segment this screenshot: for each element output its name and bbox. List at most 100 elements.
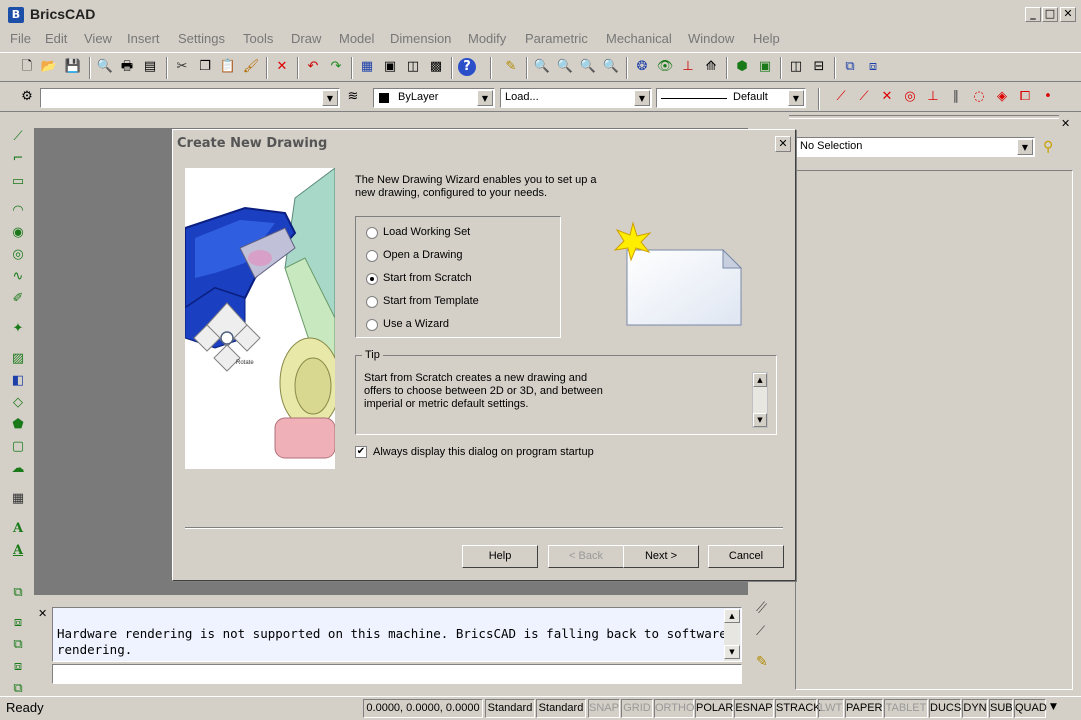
menu-dimension[interactable]: Dimension	[390, 31, 451, 46]
status-snap[interactable]: SNAP	[588, 699, 620, 718]
snap-quadrant-icon[interactable]: ◈	[993, 88, 1011, 106]
scroll-down-icon[interactable]: ▼	[724, 645, 740, 659]
boundary-icon[interactable]: ◇	[9, 394, 27, 412]
cancel-button[interactable]: Cancel	[708, 545, 784, 568]
radio-button[interactable]	[366, 319, 378, 331]
layer-state-icon[interactable]: ⚙	[18, 88, 36, 106]
mtext-icon[interactable]: A	[9, 520, 27, 538]
dimension-aligned-icon[interactable]: ⟋	[756, 624, 765, 639]
arc-icon[interactable]: ◠	[9, 202, 27, 220]
scroll-down-icon[interactable]: ▼	[753, 413, 767, 427]
attribute-icon[interactable]: ⧈	[9, 658, 27, 676]
menu-window[interactable]: Window	[688, 31, 734, 46]
hatch-icon[interactable]: ▨	[9, 350, 27, 368]
radio-button[interactable]	[366, 227, 378, 239]
group-icon[interactable]: ⧉	[841, 58, 859, 76]
orbit-icon[interactable]: ❂	[633, 58, 651, 76]
layer-stack-icon[interactable]: ≋	[344, 88, 362, 106]
cut-icon[interactable]: ✂	[173, 58, 191, 76]
menu-insert[interactable]: Insert	[127, 31, 160, 46]
snap-endpoint-icon[interactable]: ⟋	[832, 88, 850, 106]
menu-help[interactable]: Help	[753, 31, 780, 46]
status-quad[interactable]: QUAD	[1014, 699, 1047, 718]
snap-center-icon[interactable]: ◎	[901, 88, 919, 106]
explorer-icon[interactable]: ▣	[381, 58, 399, 76]
ungroup-icon[interactable]: ⧈	[864, 58, 882, 76]
block-icon[interactable]: ⧉	[9, 584, 27, 602]
help-button[interactable]: Help	[462, 545, 538, 568]
point-icon[interactable]: ✦	[9, 320, 27, 338]
leader-pen-icon[interactable]: ✎	[756, 654, 768, 670]
menu-parametric[interactable]: Parametric	[525, 31, 588, 46]
circle-icon[interactable]: ◉	[9, 224, 27, 242]
status-strack[interactable]: STRACK	[775, 699, 821, 718]
menu-model[interactable]: Model	[339, 31, 374, 46]
back-button[interactable]: < Back	[548, 545, 624, 568]
status-esnap[interactable]: ESNAP	[734, 699, 774, 718]
next-button[interactable]: Next >	[623, 545, 699, 568]
snap-midpoint-icon[interactable]: ⟋	[855, 88, 873, 106]
status-ducs[interactable]: DUCS	[929, 699, 961, 718]
snap-tangent-icon[interactable]: ◌	[970, 88, 988, 106]
status-sub[interactable]: SUB	[989, 699, 1013, 718]
xref-icon[interactable]: ⧉	[9, 636, 27, 654]
gradient-icon[interactable]: ◧	[9, 372, 27, 390]
linetype-combo[interactable]: Load... ▼	[500, 88, 652, 108]
dialog-close-button[interactable]: ✕	[775, 136, 791, 152]
new-file-icon[interactable]: 🗋	[18, 58, 36, 76]
close-window-button[interactable]: ✕	[1060, 7, 1076, 22]
delete-icon[interactable]: ✕	[273, 58, 291, 76]
snap-insertion-icon[interactable]: ⧠	[1016, 88, 1034, 106]
color-combo[interactable]: ByLayer ▼	[373, 88, 495, 108]
radio-button-selected[interactable]	[366, 273, 378, 285]
match-properties-icon[interactable]: 🖌	[242, 58, 260, 76]
design-center-icon[interactable]: ▩	[427, 58, 445, 76]
cmd-scrollbar[interactable]: ▲ ▼	[724, 609, 740, 661]
close-cmd-icon[interactable]: ✕	[38, 607, 47, 620]
menu-file[interactable]: File	[10, 31, 31, 46]
properties-icon[interactable]: ▦	[358, 58, 376, 76]
snap-intersection-icon[interactable]: ✕	[878, 88, 896, 106]
freehand-icon[interactable]: ✐	[9, 290, 27, 308]
menu-view[interactable]: View	[84, 31, 112, 46]
always-display-checkbox[interactable]: ✔	[355, 446, 367, 458]
status-menu-chevron-icon[interactable]: ▼	[1050, 702, 1057, 712]
polyline-icon[interactable]: ⌐	[9, 150, 27, 168]
status-ortho[interactable]: ORTHO	[654, 699, 695, 718]
coordinates-readout[interactable]: 0.0000, 0.0000, 0.0000	[363, 699, 483, 718]
text-icon[interactable]: A	[9, 542, 27, 560]
snap-parallel-icon[interactable]: ∥	[947, 88, 965, 106]
pen-icon[interactable]: ✎	[502, 58, 520, 76]
print-icon[interactable]: 🖶	[118, 58, 136, 76]
tip-scrollbar[interactable]: ▲ ▼	[752, 372, 768, 428]
command-input[interactable]	[52, 664, 742, 684]
menu-settings[interactable]: Settings	[178, 31, 225, 46]
radio-button[interactable]	[366, 250, 378, 262]
ucs-icon[interactable]: ⊥	[679, 58, 697, 76]
copy-icon[interactable]: ❐	[196, 58, 214, 76]
snap-node-icon[interactable]: •	[1039, 88, 1057, 106]
status-text-style[interactable]: Standard	[485, 699, 535, 718]
status-tablet[interactable]: TABLET	[884, 699, 928, 718]
status-dim-style[interactable]: Standard	[536, 699, 586, 718]
help-icon[interactable]: ?	[458, 58, 476, 76]
menu-edit[interactable]: Edit	[45, 31, 67, 46]
zoom-out-icon[interactable]: 🔍	[556, 58, 574, 76]
quick-select-icon[interactable]: ⚲	[1043, 139, 1053, 155]
wipeout-icon[interactable]: ▢	[9, 438, 27, 456]
open-folder-icon[interactable]: 📂	[40, 58, 58, 76]
redo-icon[interactable]: ↷	[327, 58, 345, 76]
undo-icon[interactable]: ↶	[304, 58, 322, 76]
menu-draw[interactable]: Draw	[291, 31, 321, 46]
status-paper[interactable]: PAPER	[845, 699, 883, 718]
layer-combo[interactable]: ▼	[40, 88, 340, 108]
zoom-realtime-icon[interactable]: 🔍	[602, 58, 620, 76]
spline-icon[interactable]: ∿	[9, 268, 27, 286]
save-icon[interactable]: 💾	[64, 58, 82, 76]
close-panel-icon[interactable]: ✕	[1061, 117, 1070, 130]
layers-icon[interactable]: ◫	[404, 58, 422, 76]
line-icon[interactable]: ⟋	[9, 128, 27, 146]
paste-icon[interactable]: 📋	[219, 58, 237, 76]
selection-combo[interactable]: No Selection ▼	[795, 137, 1035, 157]
dimension-icon[interactable]: ⟋	[756, 600, 765, 615]
